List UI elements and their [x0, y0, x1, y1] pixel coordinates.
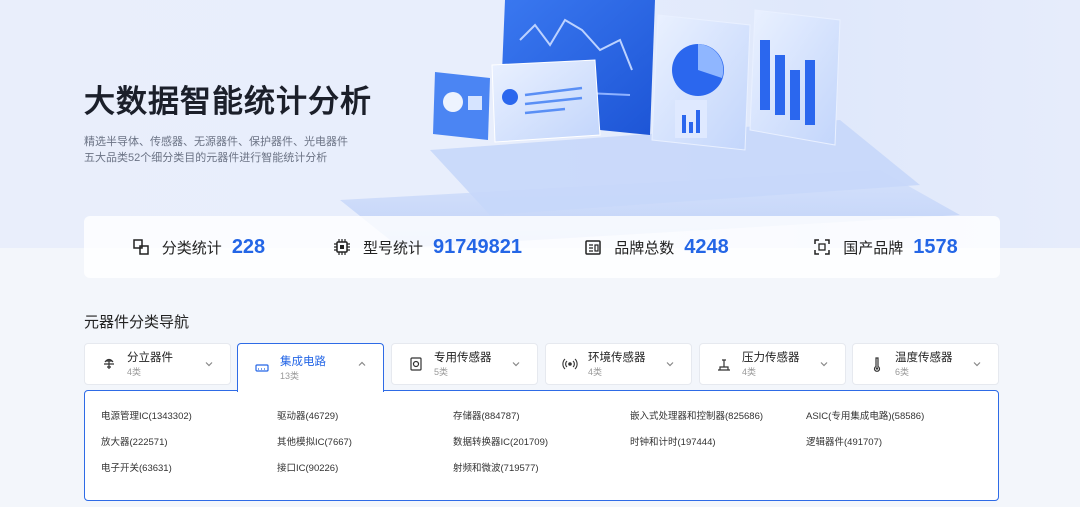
tab-count: 4类 — [588, 366, 603, 377]
thermometer-icon — [873, 357, 881, 372]
chevron-down-icon — [973, 362, 981, 367]
tab-count: 4类 — [127, 366, 142, 377]
tab-discrete[interactable]: 分立器件 4类 — [84, 343, 231, 385]
section-title: 元器件分类导航 — [84, 314, 190, 331]
hero-banner: 大数据智能统计分析 精选半导体、传感器、无源器件、保护器件、光电器件 五大品类5… — [0, 0, 1080, 248]
tab-count: 5类 — [434, 366, 449, 377]
subcategory-link[interactable]: 数据转换器IC(201709) — [453, 434, 548, 448]
stat-value: 91749821 — [433, 235, 522, 258]
pressure-sensor-icon — [718, 359, 730, 371]
hero-desc-line: 精选半导体、传感器、无源器件、保护器件、光电器件 — [84, 136, 348, 148]
stat-value: 1578 — [913, 235, 958, 258]
tab-ic[interactable]: 集成电路 13类 — [237, 343, 384, 392]
scan-icon — [814, 239, 830, 255]
chip-icon — [334, 239, 350, 255]
subcategory-link[interactable]: 射频和微波(719577) — [453, 460, 539, 474]
chevron-down-icon — [820, 362, 828, 367]
chevron-down-icon — [205, 362, 213, 367]
dashboard-illustration — [340, 0, 960, 248]
subcategory-link[interactable]: 存储器(884787) — [453, 408, 520, 422]
tab-count: 4类 — [742, 366, 757, 377]
subcategory-link[interactable]: 电子开关(63631) — [101, 460, 172, 474]
subcategory-panel: 电源管理IC(1343302) 驱动器(46729) 存储器(884787) 嵌… — [84, 390, 999, 501]
stat-category-count: 分类统计 228 — [84, 236, 313, 259]
subcategory-link[interactable]: 放大器(222571) — [101, 434, 168, 448]
stat-label: 国产品牌 — [843, 239, 904, 257]
tab-name: 分立器件 — [127, 351, 173, 364]
stat-label: 分类统计 — [161, 239, 222, 257]
subcategory-link[interactable]: 接口IC(90226) — [277, 460, 338, 474]
tab-count: 6类 — [895, 366, 910, 377]
subcategory-link[interactable]: 嵌入式处理器和控制器(825686) — [630, 408, 763, 422]
stat-domestic-brand: 国产品牌 1578 — [771, 236, 1000, 259]
stat-value: 4248 — [684, 235, 729, 258]
hero-description: 精选半导体、传感器、无源器件、保护器件、光电器件 五大品类52个细分类目的元器件… — [84, 134, 348, 166]
subcategory-link[interactable]: 时钟和计时(197444) — [630, 434, 716, 448]
stats-bar: 分类统计 228 型号统计 91749821 品牌总数 4248 国产品牌 15… — [84, 216, 1000, 278]
category-tabs: 分立器件 4类 集成电路 13类 专用传感器 5类 环境传感器 4类 压力传感器… — [84, 343, 1000, 392]
subcategory-link[interactable]: 其他模拟IC(7667) — [277, 434, 352, 448]
ic-icon — [255, 364, 269, 372]
tab-env-sensor[interactable]: 环境传感器 4类 — [545, 343, 692, 385]
subcategory-link[interactable]: ASIC(专用集成电路)(58586) — [806, 408, 924, 422]
chevron-down-icon — [512, 362, 520, 367]
tab-temp-sensor[interactable]: 温度传感器 6类 — [852, 343, 999, 385]
brand-icon — [585, 240, 601, 255]
special-sensor-icon — [410, 357, 422, 371]
tab-special-sensor[interactable]: 专用传感器 5类 — [391, 343, 538, 385]
tab-count: 13类 — [280, 370, 300, 381]
chevron-down-icon — [666, 362, 674, 367]
chevron-up-icon — [358, 361, 366, 366]
stat-brand-count: 品牌总数 4248 — [542, 236, 771, 259]
stat-value: 228 — [231, 235, 266, 258]
tab-name: 专用传感器 — [434, 351, 492, 364]
stat-label: 型号统计 — [363, 239, 424, 257]
tab-pressure-sensor[interactable]: 压力传感器 4类 — [699, 343, 846, 385]
stat-model-count: 型号统计 91749821 — [313, 236, 542, 259]
subcategory-link[interactable]: 电源管理IC(1343302) — [101, 408, 192, 422]
subcategory-link[interactable]: 驱动器(46729) — [277, 408, 338, 422]
subcategory-link[interactable]: 逻辑器件(491707) — [806, 434, 882, 448]
tab-name: 压力传感器 — [742, 351, 800, 364]
stat-label: 品牌总数 — [614, 239, 675, 257]
tab-name: 温度传感器 — [895, 351, 953, 364]
discrete-icon — [104, 358, 114, 369]
category-icon — [133, 239, 149, 255]
hero-desc-line: 五大品类52个细分类目的元器件进行智能统计分析 — [84, 152, 328, 164]
tab-name: 集成电路 — [280, 355, 326, 368]
env-sensor-icon — [562, 358, 578, 370]
tab-name: 环境传感器 — [588, 351, 646, 364]
